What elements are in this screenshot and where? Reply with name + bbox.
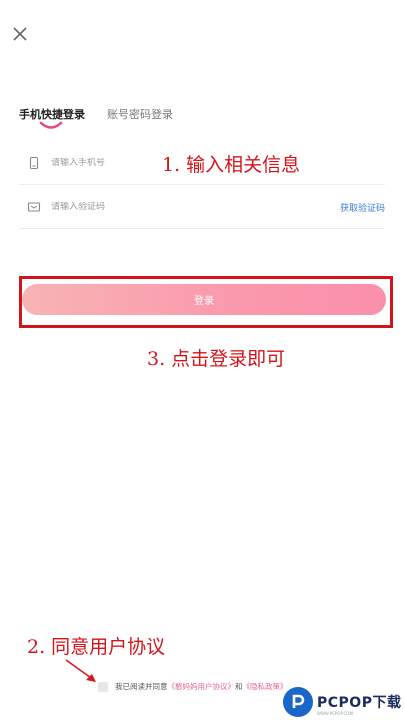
annotation-arrow (65, 659, 96, 682)
watermark-subtext: WWW.PCPOP.COM (317, 711, 353, 716)
login-button[interactable]: 登录 (22, 284, 386, 315)
login-tabs: 手机快捷登录 账号密码登录 (19, 106, 173, 130)
annotation-step-2: 2. 同意用户协议 (27, 636, 166, 658)
close-icon[interactable] (9, 23, 31, 45)
agreement-and: 和 (235, 682, 243, 691)
tab-quick-login[interactable]: 手机快捷登录 (19, 106, 85, 130)
agreement-checkbox[interactable] (98, 681, 108, 692)
agreement-row: 我已阅读并同意 《憨妈妈用户协议》 和 《隐私政策》 (98, 681, 288, 692)
agreement-prefix: 我已阅读并同意 (115, 682, 168, 691)
active-tab-indicator (39, 121, 63, 129)
annotation-step-3: 3. 点击登录即可 (147, 348, 286, 370)
message-icon (27, 202, 41, 212)
watermark-text: PCPOP下载 (317, 695, 402, 711)
tab-password-login-label: 账号密码登录 (107, 108, 173, 121)
code-field-row: 获取验证码 (19, 186, 385, 229)
get-code-button[interactable]: 获取验证码 (340, 201, 385, 214)
tab-password-login[interactable]: 账号密码登录 (107, 106, 173, 130)
pcpop-logo-icon (283, 687, 313, 717)
privacy-policy-link[interactable]: 《隐私政策》 (243, 681, 288, 692)
phone-icon (29, 156, 39, 170)
pcpop-watermark: PCPOP下载 WWW.PCPOP.COM (283, 684, 405, 720)
user-agreement-link[interactable]: 《憨妈妈用户协议》 (168, 681, 236, 692)
code-input[interactable] (51, 202, 340, 212)
annotation-step-1: 1. 输入相关信息 (162, 154, 301, 176)
